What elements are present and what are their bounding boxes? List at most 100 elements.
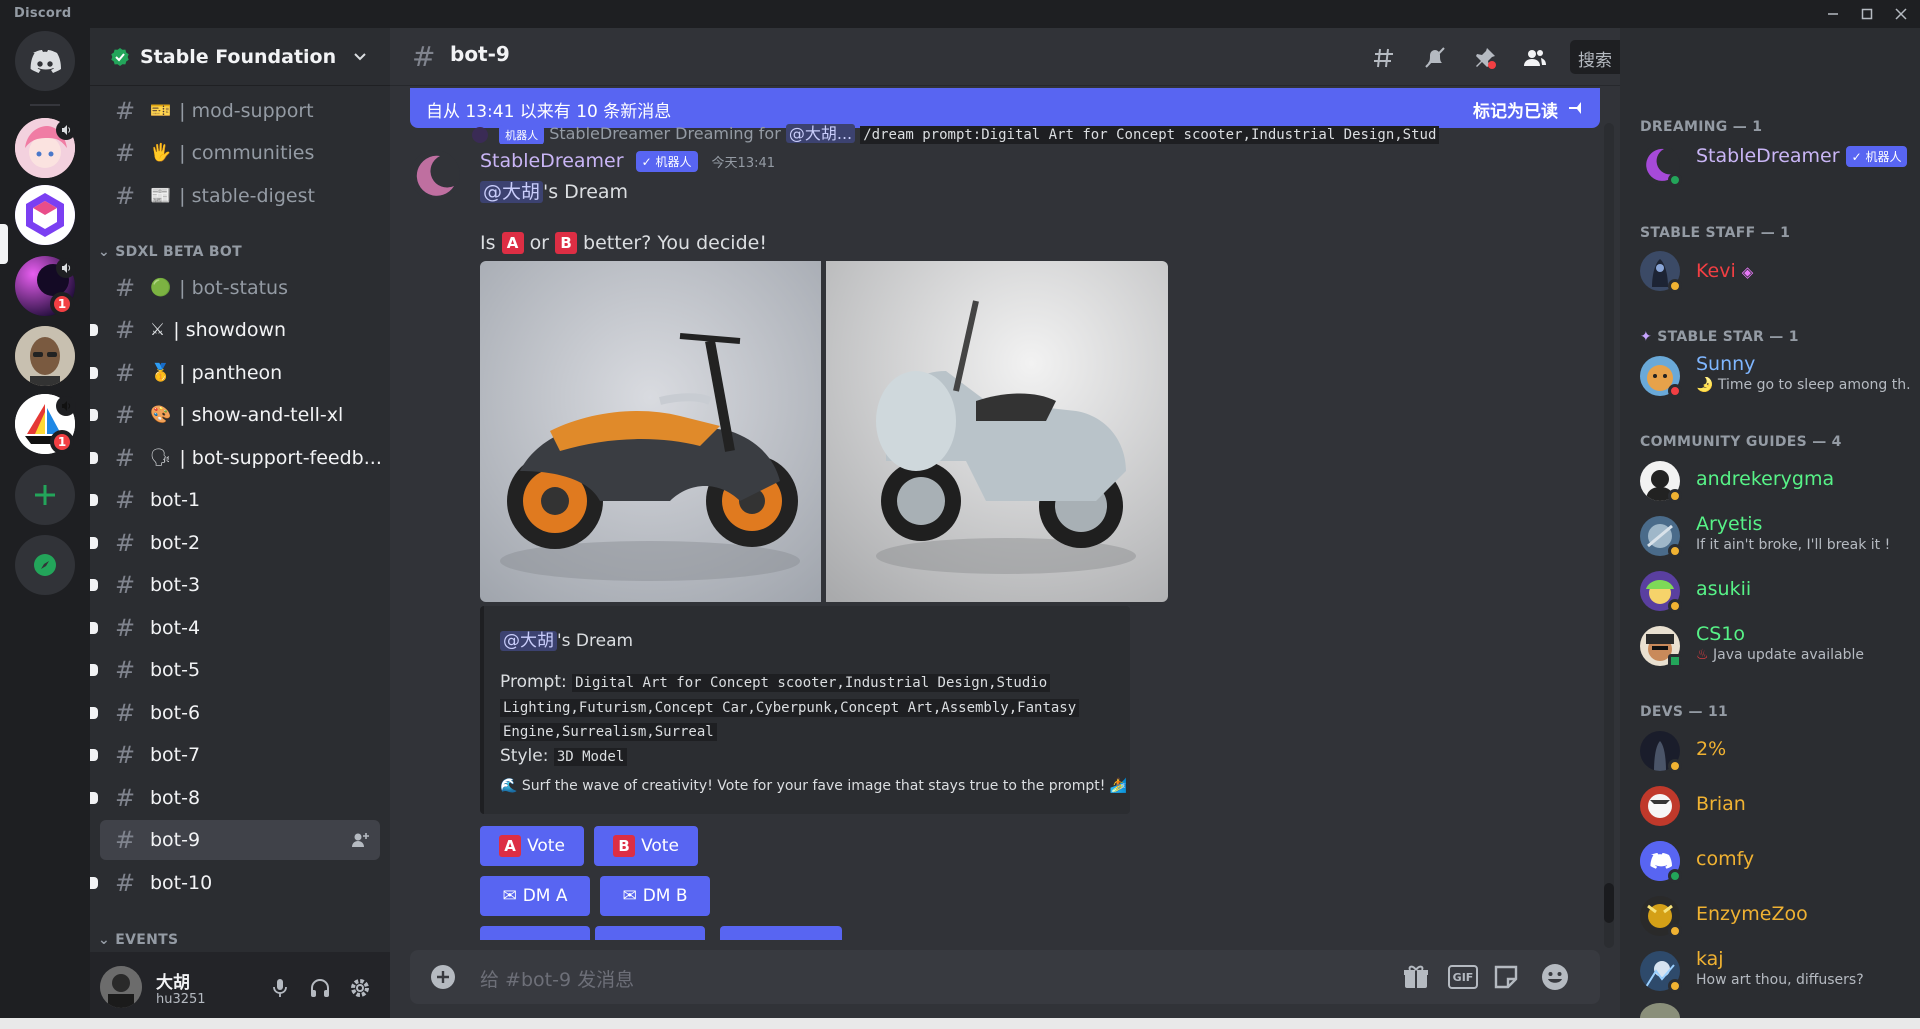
member-aryetis[interactable]: Aryetis If it ain't broke, I'll break it… [1640, 513, 1910, 559]
server-list: 1 1 [0, 28, 90, 1029]
channel-bot-6[interactable]: # bot-6 [90, 693, 380, 733]
mute-bell-icon[interactable] [1420, 43, 1450, 73]
channel-mod-support[interactable]: # 🎫 | mod-support [100, 91, 380, 131]
member-andrekerygma[interactable]: andrekerygma [1640, 458, 1910, 504]
hash-icon: # [114, 656, 136, 684]
dream-embed: @大胡's Dream Prompt: Digital Art for Conc… [480, 606, 1130, 814]
message-input[interactable]: 给 #bot-9 发消息 [480, 965, 634, 992]
channel-pantheon[interactable]: # 🥇 | pantheon [90, 353, 380, 393]
discord-app: Discord 1 1 Stable Foundation # 🎫 | mod-… [0, 0, 1920, 1029]
channel-show-and-tell-xl[interactable]: # 🎨 | show-and-tell-xl [90, 395, 380, 435]
role-gem-icon: ◈ [1741, 263, 1754, 281]
chat-header: # bot-9 搜索 ? [390, 28, 1620, 86]
member-kaj[interactable]: kaj How art thou, diffusers? [1640, 948, 1910, 994]
message-author[interactable]: StableDreamer [480, 150, 624, 172]
avatar[interactable] [100, 966, 142, 1008]
dm-b-button[interactable]: ✉ DM B [600, 876, 710, 916]
category-community-guides: COMMUNITY GUIDES — 4 [1640, 434, 1842, 450]
member-asukii[interactable]: asukii [1640, 568, 1910, 614]
member-cs1o[interactable]: CS1o ♨ Java update available [1640, 623, 1910, 669]
idle-status-icon [1668, 924, 1682, 938]
channel-bot-status[interactable]: # 🟢 | bot-status [100, 268, 380, 308]
image-b[interactable] [826, 261, 1168, 602]
channel-bot-support-feedback[interactable]: # 🗣 | bot-support-feedb... [90, 438, 380, 478]
hash-icon: # [412, 40, 436, 73]
envelope-icon: ✉ [622, 886, 637, 906]
reply-preview[interactable]: 机器人 StableDreamer Dreaming for @大胡... /d… [430, 120, 1580, 144]
sticker-icon[interactable] [1492, 963, 1520, 991]
partial-button[interactable] [480, 926, 590, 940]
letter-b-icon: B [613, 835, 636, 857]
member-kevi[interactable]: Kevi ◈ [1640, 248, 1910, 294]
member-stabledreamer[interactable]: StableDreamer ✓ 机器人 [1640, 142, 1910, 188]
discord-home-icon[interactable] [15, 31, 75, 91]
gif-button[interactable]: GIF [1448, 965, 1478, 989]
member-brian[interactable]: Brian [1640, 783, 1910, 829]
chat-area: # bot-9 搜索 ? 自从 13:41 以来有 10 条新消息 标记为已读 … [390, 28, 1620, 1029]
mobile-status-icon [1668, 654, 1682, 668]
online-status-icon [1668, 173, 1682, 187]
mark-read-button[interactable]: 标记为已读 [1473, 97, 1558, 122]
member-comfy[interactable]: comfy [1640, 838, 1910, 884]
search-input[interactable]: 搜索 [1570, 40, 1620, 74]
channel-bot-10[interactable]: # bot-10 [90, 863, 380, 903]
dnd-status-icon [1668, 384, 1682, 398]
letter-b-icon: B [555, 232, 578, 254]
speaking-head-icon: 🗣 [149, 448, 172, 468]
gear-icon[interactable] [348, 976, 372, 1004]
vote-b-button[interactable]: B Vote [594, 826, 698, 866]
star-icon: ✦ [1640, 329, 1653, 345]
category-devs: DEVS — 11 [1640, 704, 1729, 720]
channel-bot-3[interactable]: # bot-3 [90, 565, 380, 605]
member-list-icon[interactable] [1520, 43, 1550, 73]
headphones-icon[interactable] [308, 976, 332, 1004]
partial-button[interactable] [595, 926, 705, 940]
bot-tag: ✓ 机器人 [635, 151, 698, 172]
pin-icon[interactable] [1470, 43, 1500, 73]
server-hex-icon[interactable] [15, 185, 75, 245]
member-enzymezoo[interactable]: EnzymeZoo [1640, 893, 1910, 939]
embed-title: @大胡's Dream [500, 626, 633, 651]
add-server-icon[interactable] [15, 465, 75, 525]
microphone-icon[interactable] [268, 976, 292, 1004]
emoji-icon[interactable] [1540, 962, 1570, 992]
dm-a-button[interactable]: ✉ DM A [480, 876, 590, 916]
add-member-icon[interactable] [350, 830, 370, 850]
channel-bot-4[interactable]: # bot-4 [90, 608, 380, 648]
guild-header[interactable]: Stable Foundation [90, 28, 390, 86]
category-sdxl-beta-bot[interactable]: ⌄ SDXL BETA BOT [98, 244, 242, 260]
message-composer[interactable]: 给 #bot-9 发消息 GIF [410, 950, 1600, 1004]
minimize-icon[interactable] [1818, 2, 1848, 26]
channel-bot-5[interactable]: # bot-5 [90, 650, 380, 690]
channel-bot-1[interactable]: # bot-1 [90, 480, 380, 520]
newspaper-icon: 📰 [150, 186, 172, 206]
unread-badge: 1 [50, 292, 74, 316]
chevron-down-icon [354, 53, 366, 61]
member-2-percent[interactable]: 2% [1640, 728, 1910, 774]
chat-scrollbar[interactable] [1604, 123, 1614, 948]
channel-stable-digest[interactable]: # 📰 | stable-digest [100, 176, 380, 216]
member-sunny[interactable]: Sunny 🌛 Time go to sleep among th... [1640, 353, 1910, 399]
threads-icon[interactable] [1370, 43, 1400, 73]
hash-icon: # [114, 571, 136, 599]
channel-bot-7[interactable]: # bot-7 [90, 735, 380, 775]
channel-bot-9[interactable]: # bot-9 [100, 820, 380, 860]
partial-button[interactable] [720, 926, 842, 940]
maximize-icon[interactable] [1852, 2, 1882, 26]
channel-bot-2[interactable]: # bot-2 [90, 523, 380, 563]
explore-icon[interactable] [15, 535, 75, 595]
channel-showdown[interactable]: # ⚔ | showdown [90, 310, 380, 350]
image-a[interactable] [480, 261, 821, 602]
unread-badge: 1 [50, 430, 74, 454]
close-icon[interactable] [1886, 2, 1916, 26]
stabledreamer-avatar[interactable] [410, 150, 460, 200]
gift-icon[interactable] [1402, 963, 1430, 991]
channel-bot-8[interactable]: # bot-8 [90, 778, 380, 818]
category-events[interactable]: ⌄ EVENTS [98, 932, 178, 948]
add-attachment-icon[interactable] [430, 964, 456, 990]
embed-footer: 🌊 Surf the wave of creativity! Vote for … [500, 778, 1128, 794]
server-photo-icon[interactable] [15, 326, 75, 386]
channel-communities[interactable]: # 🖐 | communities [100, 133, 380, 173]
vote-a-button[interactable]: A Vote [480, 826, 584, 866]
user-name: 大胡 [156, 973, 190, 993]
